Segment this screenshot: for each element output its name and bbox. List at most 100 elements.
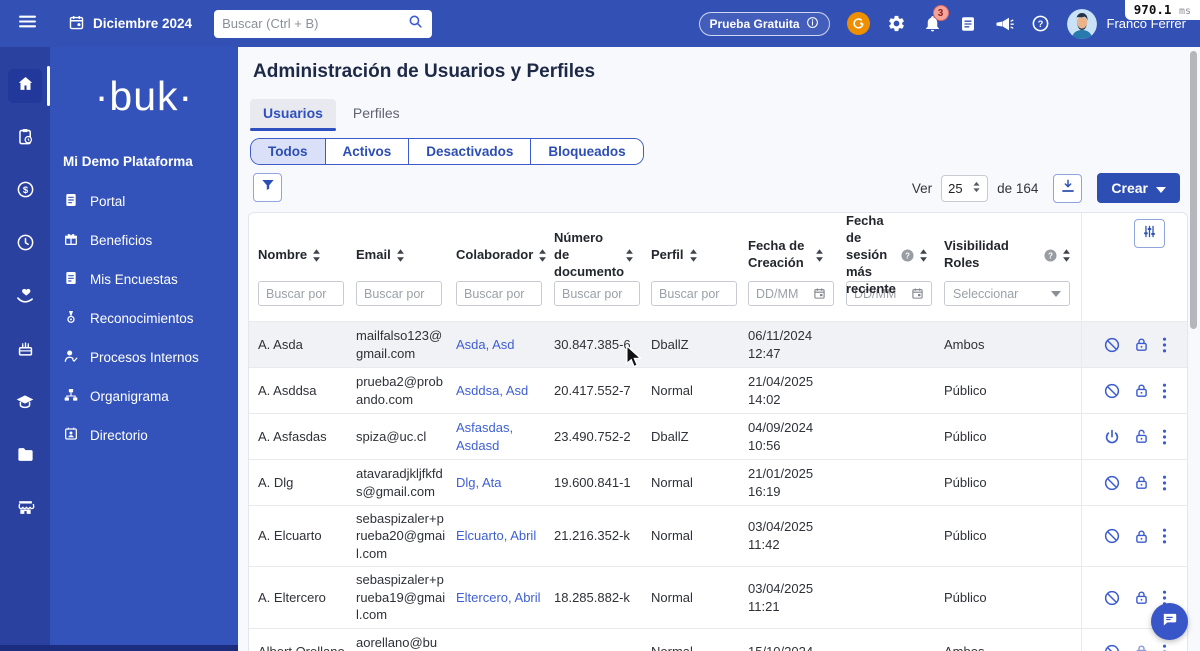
ban-icon[interactable] bbox=[1103, 382, 1121, 400]
cell-colaborador-link[interactable]: Elcuarto, Abril bbox=[456, 528, 536, 543]
question-icon[interactable]: ? bbox=[1044, 249, 1057, 262]
sort-icon[interactable] bbox=[815, 249, 824, 262]
cell-colaborador-link[interactable]: Dlg, Ata bbox=[456, 475, 502, 490]
power-icon[interactable] bbox=[1103, 428, 1121, 446]
lock-icon[interactable] bbox=[1133, 643, 1150, 651]
bell-icon[interactable]: 3 bbox=[923, 14, 942, 33]
filter-desactivados[interactable]: Desactivados bbox=[408, 139, 530, 164]
cell-colaborador-link[interactable]: Asfasdas, Asdasd bbox=[456, 420, 513, 453]
search-icon[interactable] bbox=[407, 13, 424, 35]
lock-icon[interactable] bbox=[1133, 589, 1150, 606]
filter-email-input[interactable] bbox=[356, 281, 442, 306]
rail-remunerations[interactable]: $ bbox=[8, 175, 42, 209]
sort-icon[interactable] bbox=[919, 249, 928, 262]
table-row[interactable]: Albert Orellano aorellano@buk. Normal 15… bbox=[249, 628, 1187, 651]
cell-colaborador-link[interactable]: Asddsa, Asd bbox=[456, 383, 528, 398]
megaphone-icon[interactable] bbox=[994, 14, 1014, 34]
sort-icon[interactable] bbox=[1062, 249, 1071, 262]
sidebar-item-portal[interactable]: Portal bbox=[50, 182, 238, 221]
col-fecha-sesion[interactable]: Fecha de sesión más reciente? bbox=[846, 213, 944, 297]
kebab-icon[interactable] bbox=[1162, 382, 1167, 400]
table-row[interactable]: A. Asfasdas spiza@uc.cl Asfasdas, Asdasd… bbox=[249, 413, 1187, 459]
sidebar-item-directorio[interactable]: Directorio bbox=[50, 416, 238, 455]
page-size-select[interactable]: 25 bbox=[941, 175, 988, 202]
rail-assistance[interactable] bbox=[8, 122, 42, 156]
hamburger-icon[interactable] bbox=[17, 11, 38, 37]
kebab-icon[interactable] bbox=[1162, 428, 1167, 446]
filter-nombre-input[interactable] bbox=[258, 281, 344, 306]
sort-icon[interactable] bbox=[538, 249, 547, 262]
create-button[interactable]: Crear bbox=[1097, 173, 1180, 203]
ban-icon[interactable] bbox=[1103, 336, 1121, 354]
avatar[interactable] bbox=[1067, 9, 1097, 39]
filter-activos[interactable]: Activos bbox=[325, 139, 409, 164]
ban-icon[interactable] bbox=[1103, 474, 1121, 492]
table-row[interactable]: A. Elcuarto sebaspizaler+prueba20@gmail.… bbox=[249, 505, 1187, 566]
rail-wellness[interactable] bbox=[8, 281, 42, 315]
download-button[interactable] bbox=[1053, 174, 1082, 203]
rail-documents[interactable] bbox=[8, 440, 42, 474]
unlock-icon[interactable] bbox=[1133, 428, 1150, 445]
trial-badge[interactable]: Prueba Gratuita bbox=[699, 12, 830, 36]
kebab-icon[interactable] bbox=[1162, 527, 1167, 545]
ban-icon[interactable] bbox=[1103, 643, 1121, 651]
filter-visibilidad-select[interactable]: Seleccionar bbox=[944, 281, 1070, 306]
sort-icon[interactable] bbox=[689, 249, 698, 262]
advanced-filter-button[interactable] bbox=[253, 173, 282, 202]
table-row[interactable]: A. Asddsa prueba2@probando.com Asddsa, A… bbox=[249, 367, 1187, 413]
sidebar-item-beneficios[interactable]: Beneficios bbox=[50, 221, 238, 260]
col-visibilidad-roles[interactable]: Visibilidad Roles? bbox=[944, 238, 1081, 272]
question-icon[interactable]: ? bbox=[901, 249, 914, 262]
filter-todos[interactable]: Todos bbox=[251, 139, 325, 164]
lock-icon[interactable] bbox=[1133, 528, 1150, 545]
scrollbar-thumb[interactable] bbox=[1190, 51, 1197, 329]
col-fecha-creacion[interactable]: Fecha de Creación bbox=[748, 238, 846, 272]
col-colaborador[interactable]: Colaborador bbox=[456, 247, 554, 264]
table-row[interactable]: A. Dlg atavaradjkljfkfds@gmail.com Dlg, … bbox=[249, 459, 1187, 505]
rail-celebrations[interactable] bbox=[8, 334, 42, 368]
sidebar-item-reconocimientos[interactable]: Reconocimientos bbox=[50, 299, 238, 338]
table-row[interactable]: A. Asda mailfalso123@gmail.com Asda, Asd… bbox=[249, 321, 1187, 367]
sidebar-item-mis-encuestas[interactable]: Mis Encuestas bbox=[50, 260, 238, 299]
gear-icon[interactable] bbox=[887, 14, 906, 33]
sidebar-item-procesos-internos[interactable]: Procesos Internos bbox=[50, 338, 238, 377]
lock-icon[interactable] bbox=[1133, 474, 1150, 491]
sort-icon[interactable] bbox=[312, 249, 321, 262]
cell-email: sebaspizaler+prueba19@gmail.com bbox=[356, 571, 456, 624]
kebab-icon[interactable] bbox=[1162, 643, 1167, 651]
rail-training[interactable] bbox=[8, 387, 42, 421]
rail-time[interactable] bbox=[8, 228, 42, 262]
date-selector[interactable]: Diciembre 2024 bbox=[68, 14, 192, 34]
tab-perfiles[interactable]: Perfiles bbox=[340, 99, 413, 129]
col-nombre[interactable]: Nombre bbox=[258, 247, 356, 264]
filter-documento-input[interactable] bbox=[554, 281, 640, 306]
notes-icon[interactable] bbox=[959, 15, 977, 33]
col-numero-documento[interactable]: Número de documento bbox=[554, 230, 651, 281]
sort-icon[interactable] bbox=[396, 249, 405, 262]
buk-circle-icon[interactable] bbox=[847, 12, 870, 35]
tab-usuarios[interactable]: Usuarios bbox=[250, 99, 336, 129]
filter-perfil-input[interactable] bbox=[651, 281, 737, 306]
sort-icon[interactable] bbox=[625, 249, 634, 262]
sidebar-item-organigrama[interactable]: Organigrama bbox=[50, 377, 238, 416]
filter-bloqueados[interactable]: Bloqueados bbox=[530, 139, 642, 164]
chat-button[interactable] bbox=[1151, 603, 1188, 640]
global-search[interactable] bbox=[214, 10, 432, 38]
kebab-icon[interactable] bbox=[1162, 474, 1167, 492]
search-input[interactable] bbox=[222, 16, 407, 31]
cell-colaborador-link[interactable]: Eltercero, Abril bbox=[456, 590, 541, 605]
help-icon[interactable]: ? bbox=[1031, 14, 1050, 33]
col-email[interactable]: Email bbox=[356, 247, 456, 264]
lock-icon[interactable] bbox=[1133, 336, 1150, 353]
col-perfil[interactable]: Perfil bbox=[651, 247, 748, 264]
lock-icon[interactable] bbox=[1133, 382, 1150, 399]
kebab-icon[interactable] bbox=[1162, 336, 1167, 354]
filter-colaborador-input[interactable] bbox=[456, 281, 542, 306]
filter-fecha-creacion[interactable]: DD/MM bbox=[748, 281, 834, 306]
ban-icon[interactable] bbox=[1103, 589, 1121, 607]
rail-home[interactable] bbox=[8, 69, 42, 103]
table-row[interactable]: A. Eltercero sebaspizaler+prueba19@gmail… bbox=[249, 566, 1187, 628]
ban-icon[interactable] bbox=[1103, 527, 1121, 545]
cell-colaborador-link[interactable]: Asda, Asd bbox=[456, 337, 515, 352]
rail-marketplace[interactable] bbox=[8, 493, 42, 527]
